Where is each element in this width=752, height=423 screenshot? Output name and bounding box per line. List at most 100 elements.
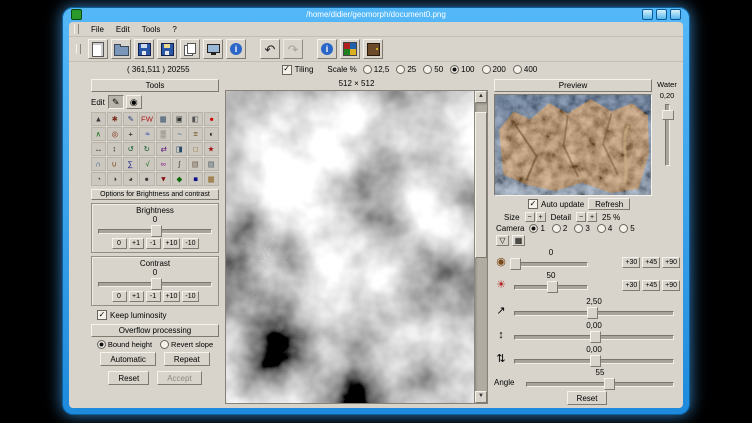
camera-option-1[interactable]: 1 bbox=[529, 224, 544, 233]
color-palette-button[interactable] bbox=[340, 39, 360, 59]
scrollbar-track[interactable] bbox=[475, 103, 487, 391]
tool-waves[interactable]: ≈ bbox=[139, 127, 155, 141]
tool-mirror-vertical[interactable]: ↕ bbox=[107, 142, 122, 156]
tool-swap[interactable]: ⇄ bbox=[156, 142, 171, 156]
detail-increase-button[interactable]: + bbox=[587, 212, 597, 222]
overflow-revert-slope[interactable]: Revert slope bbox=[160, 340, 213, 349]
brightness-slider[interactable] bbox=[96, 224, 214, 236]
scale-option-12-5[interactable]: 12,5 bbox=[363, 65, 390, 74]
slider-handle[interactable] bbox=[547, 281, 558, 293]
camera-option-2[interactable]: 2 bbox=[552, 224, 567, 233]
contrast-step-0[interactable]: 0 bbox=[112, 291, 127, 302]
tool-mountains[interactable]: ∧ bbox=[91, 127, 106, 141]
tool-rotate-left[interactable]: ↺ bbox=[123, 142, 138, 156]
tool-sum[interactable]: ∑ bbox=[123, 157, 138, 171]
tool-draw-pen[interactable]: ✎ bbox=[123, 112, 138, 126]
wireframe-toggle[interactable]: ▽ bbox=[496, 235, 509, 246]
detail-decrease-button[interactable]: − bbox=[576, 212, 586, 222]
slider-handle[interactable] bbox=[662, 110, 674, 120]
contrast-step-plus10[interactable]: +10 bbox=[163, 291, 181, 302]
keep-luminosity-checkbox[interactable]: Keep luminosity bbox=[91, 309, 219, 321]
slider-handle[interactable] bbox=[151, 278, 162, 290]
tool-noise[interactable]: ▒ bbox=[156, 127, 171, 141]
texture-toggle[interactable]: ▦ bbox=[512, 235, 525, 246]
tool-hatch-left[interactable]: ▧ bbox=[188, 157, 203, 171]
tool-canyon[interactable]: ∪ bbox=[107, 157, 122, 171]
water-slider[interactable] bbox=[661, 102, 673, 168]
menu-file[interactable]: File bbox=[85, 24, 110, 35]
vertical-scrollbar[interactable]: ▲ ▼ bbox=[474, 91, 487, 403]
scroll-down-arrow[interactable]: ▼ bbox=[475, 391, 487, 403]
distance-slider[interactable] bbox=[512, 306, 676, 318]
new-document-button[interactable] bbox=[88, 39, 108, 59]
tool-half-tone[interactable]: ◑ bbox=[107, 172, 122, 186]
scale-option-50[interactable]: 50 bbox=[423, 65, 443, 74]
slider-handle[interactable] bbox=[590, 355, 601, 367]
camera-option-5[interactable]: 5 bbox=[619, 224, 634, 233]
tool-sqrt[interactable]: √ bbox=[139, 157, 155, 171]
titlebar[interactable]: /home/didier/geomorph/document0.png bbox=[62, 7, 690, 22]
scale-option-100[interactable]: 100 bbox=[450, 65, 474, 74]
tool-mask[interactable]: ◧ bbox=[188, 112, 203, 126]
tool-offset-half[interactable]: ◨ bbox=[172, 142, 187, 156]
tool-infinity[interactable]: ∞ bbox=[156, 157, 171, 171]
contrast-slider[interactable] bbox=[96, 277, 214, 289]
auto-update-checkbox[interactable]: Auto update bbox=[528, 199, 584, 209]
minimize-button[interactable] bbox=[642, 9, 653, 20]
accept-button[interactable]: Accept bbox=[157, 371, 201, 385]
contrast-step-minus10[interactable]: -10 bbox=[182, 291, 198, 302]
elevation-step-plus45[interactable]: +45 bbox=[642, 280, 660, 291]
scale-option-400[interactable]: 400 bbox=[513, 65, 537, 74]
elevation-step-plus90[interactable]: +90 bbox=[662, 280, 680, 291]
tool-terraces[interactable]: ≡ bbox=[188, 127, 203, 141]
save-file-button[interactable] bbox=[134, 39, 154, 59]
tool-smooth[interactable]: ~ bbox=[172, 127, 187, 141]
tool-square-fill[interactable]: ■ bbox=[188, 172, 203, 186]
refresh-button[interactable]: Refresh bbox=[588, 198, 630, 210]
elevation-slider[interactable] bbox=[512, 280, 590, 292]
horizontal-offset-slider[interactable] bbox=[512, 354, 676, 366]
menubar-grip[interactable] bbox=[74, 24, 79, 34]
undo-button[interactable]: ↶ bbox=[260, 39, 280, 59]
tool-stamp[interactable]: ▣ bbox=[172, 112, 187, 126]
menu-tools[interactable]: Tools bbox=[136, 24, 167, 35]
automatic-button[interactable]: Automatic bbox=[100, 352, 156, 366]
overflow-bound-height[interactable]: Bound height bbox=[97, 340, 152, 349]
camera-option-3[interactable]: 3 bbox=[574, 224, 589, 233]
angle-slider[interactable] bbox=[524, 377, 676, 389]
tool-spray[interactable]: ✱ bbox=[107, 112, 122, 126]
scrollbar-thumb[interactable] bbox=[475, 112, 487, 258]
brightness-step-0[interactable]: 0 bbox=[112, 238, 127, 249]
camera-option-4[interactable]: 4 bbox=[597, 224, 612, 233]
tool-rotate-right[interactable]: ↻ bbox=[139, 142, 155, 156]
tool-relief-editor[interactable]: ▲ bbox=[91, 112, 106, 126]
about-button[interactable] bbox=[317, 39, 337, 59]
scale-option-25[interactable]: 25 bbox=[396, 65, 416, 74]
menu-edit[interactable]: Edit bbox=[110, 24, 136, 35]
rotation-step-plus30[interactable]: +30 bbox=[622, 257, 640, 268]
toolbar-grip[interactable] bbox=[76, 44, 81, 54]
redo-button[interactable]: ↷ bbox=[283, 39, 303, 59]
tool-gaussian[interactable]: ∩ bbox=[91, 157, 106, 171]
slider-handle[interactable] bbox=[587, 307, 598, 319]
tool-diamond-fill[interactable]: ◆ bbox=[172, 172, 187, 186]
tool-crop[interactable]: □ bbox=[188, 142, 203, 156]
quit-button[interactable] bbox=[363, 39, 383, 59]
display-options-button[interactable] bbox=[203, 39, 223, 59]
clone-document-button[interactable] bbox=[180, 39, 200, 59]
tiling-checkbox[interactable]: Tiling bbox=[282, 65, 314, 75]
brightness-step-minus10[interactable]: -10 bbox=[182, 238, 198, 249]
tool-move[interactable]: + bbox=[123, 127, 138, 141]
scale-option-200[interactable]: 200 bbox=[482, 65, 506, 74]
repeat-button[interactable]: Repeat bbox=[164, 352, 210, 366]
slider-handle[interactable] bbox=[510, 258, 521, 270]
elevation-step-plus30[interactable]: +30 bbox=[622, 280, 640, 291]
reset-button[interactable]: Reset bbox=[108, 371, 149, 385]
size-decrease-button[interactable]: − bbox=[525, 212, 535, 222]
tool-record[interactable]: ● bbox=[204, 112, 219, 126]
rotation-step-plus45[interactable]: +45 bbox=[642, 257, 660, 268]
brightness-step-minus1[interactable]: -1 bbox=[146, 238, 161, 249]
tool-checker[interactable]: ▦ bbox=[204, 172, 219, 186]
slider-handle[interactable] bbox=[604, 378, 615, 390]
tool-quarter-tone[interactable]: ◔ bbox=[91, 172, 106, 186]
